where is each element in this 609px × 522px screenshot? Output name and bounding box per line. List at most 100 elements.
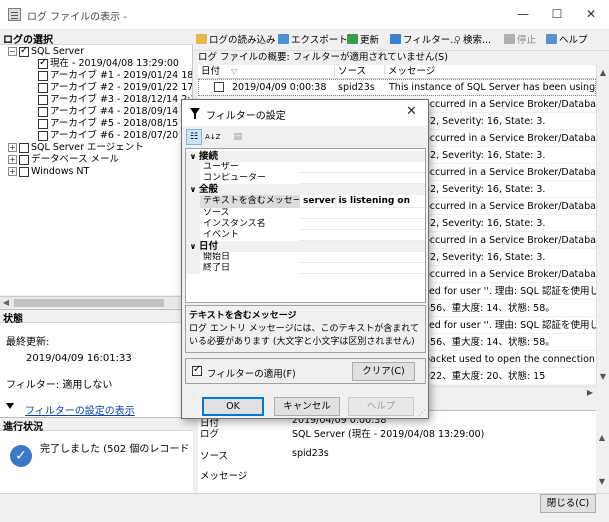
- status-header: 状態: [0, 309, 193, 325]
- clear-button[interactable]: クリア(C): [352, 362, 415, 381]
- property-end-date[interactable]: 終了日: [186, 263, 425, 274]
- stop-button[interactable]: 停止: [504, 33, 536, 49]
- property-instance[interactable]: インスタンス名: [186, 219, 425, 230]
- scroll-thumb[interactable]: [14, 299, 164, 307]
- grid-header: 日付 ▽ ソース メッセージ: [198, 65, 596, 79]
- category-date[interactable]: ∨ 日付: [186, 241, 425, 252]
- property-source[interactable]: ソース: [186, 208, 425, 219]
- ok-button[interactable]: OK: [202, 397, 264, 416]
- table-row[interactable]: 2019/04/09 0:00:38 spid23s This instance…: [198, 79, 596, 96]
- tree-node-windows[interactable]: + Windows NT: [8, 166, 89, 178]
- archive-checkbox[interactable]: [38, 118, 48, 129]
- resize-grip-icon[interactable]: ⋰: [418, 408, 428, 418]
- search-button[interactable]: ⚲ 検索...: [454, 33, 491, 49]
- detail-source-label: ソース: [200, 451, 229, 462]
- close-window-button[interactable]: ✕: [574, 0, 608, 29]
- archive-checkbox[interactable]: [38, 130, 48, 141]
- description-title: テキストを含むメッセージ: [189, 311, 297, 321]
- description-text: ログ エントリ メッセージには、このテキストが含まれている必要があります (大文…: [189, 324, 420, 347]
- minimize-button[interactable]: —: [506, 0, 540, 29]
- property-user[interactable]: ユーザー: [186, 162, 425, 173]
- cancel-button[interactable]: キャンセル: [274, 397, 340, 416]
- tree-horizontal-scrollbar[interactable]: ◀ ▶: [0, 296, 193, 308]
- chevron-down-icon[interactable]: ∨: [187, 241, 199, 252]
- tree-node-archive-5[interactable]: アーカイブ #5 - 2018/08/15 17:40:00: [38, 118, 192, 130]
- category-connection[interactable]: ∨ 接続: [186, 151, 425, 162]
- tree-node-archive-2[interactable]: アーカイブ #2 - 2019/01/22 17:55:00: [38, 82, 192, 94]
- detail-log-label: ログ: [200, 429, 220, 440]
- help-button[interactable]: ヘルプ: [546, 33, 588, 49]
- property-pages-icon[interactable]: ▤: [230, 129, 246, 145]
- apply-filter-label[interactable]: フィルターの適用(F): [207, 366, 296, 380]
- archive-checkbox[interactable]: [38, 106, 48, 117]
- sql-server-checkbox[interactable]: [19, 45, 29, 57]
- scroll-up-icon[interactable]: ▲: [596, 432, 608, 444]
- scroll-right-icon[interactable]: ▶: [584, 387, 596, 399]
- property-computer[interactable]: コンピューター: [186, 173, 425, 184]
- archive-checkbox[interactable]: [38, 82, 48, 93]
- last-updated-label: 最終更新:: [6, 337, 50, 348]
- expand-icon[interactable]: +: [8, 167, 17, 176]
- load-log-button[interactable]: ログの読み込み: [196, 33, 276, 49]
- archive-checkbox[interactable]: [38, 70, 48, 81]
- refresh-button[interactable]: 更新: [347, 33, 379, 49]
- column-header-date[interactable]: 日付 ▽: [198, 65, 335, 79]
- expand-icon[interactable]: +: [8, 143, 17, 152]
- agent-checkbox[interactable]: [19, 142, 29, 153]
- refresh-icon: [347, 34, 358, 44]
- dialog-title-bar: フィルターの設定 ✕: [182, 100, 428, 126]
- export-icon: [278, 34, 289, 44]
- export-button[interactable]: エクスポート: [278, 33, 348, 49]
- chevron-down-icon[interactable]: ∨: [187, 184, 199, 195]
- stop-icon: [504, 34, 515, 44]
- filter-status-label: フィルター: 適用しない: [6, 380, 113, 391]
- sort-desc-icon: ▽: [231, 67, 238, 76]
- property-description: テキストを含むメッセージ ログ エントリ メッセージには、このテキストが含まれて…: [185, 305, 426, 353]
- filter-link-row: フィルターの設定の表示: [0, 400, 193, 417]
- archive-checkbox[interactable]: [38, 94, 48, 105]
- scroll-down-icon[interactable]: ▼: [596, 476, 608, 488]
- column-header-source[interactable]: ソース: [335, 65, 385, 79]
- scroll-left-icon[interactable]: ◀: [0, 297, 12, 309]
- alphabetical-view-icon[interactable]: A↓Z: [204, 129, 220, 145]
- detail-message-label: メッセージ: [200, 471, 248, 482]
- tree-node-agent[interactable]: + SQL Server エージェント: [8, 142, 144, 154]
- maximize-button[interactable]: ☐: [540, 0, 574, 29]
- view-filter-settings-link[interactable]: フィルターの設定の表示: [25, 402, 135, 417]
- title-bar: ログ ファイルの表示 - — ☐ ✕: [0, 0, 609, 30]
- property-event[interactable]: イベント: [186, 230, 425, 241]
- progress-header: 進行状況: [0, 417, 193, 433]
- filter-button[interactable]: フィルター...: [390, 33, 459, 49]
- chevron-down-icon[interactable]: ∨: [187, 151, 199, 162]
- scroll-down-icon[interactable]: ▼: [597, 371, 609, 383]
- windows-checkbox[interactable]: [19, 166, 29, 177]
- scroll-up-icon[interactable]: ▲: [597, 67, 609, 79]
- detail-log-value: SQL Server (現在 - 2019/04/08 13:29:00): [292, 429, 485, 440]
- log-tree[interactable]: −SQL Server 現在 - 2019/04/08 13:29:00 アーカ…: [0, 45, 193, 295]
- property-message-contains[interactable]: テキストを含むメッセージserver is listening on: [186, 195, 425, 208]
- category-general[interactable]: ∨ 全般: [186, 184, 425, 195]
- detail-panel: 日付 2019/04/09 0:00:38 ログ SQL Server (現在 …: [198, 410, 596, 493]
- message-contains-value[interactable]: server is listening on: [299, 195, 425, 208]
- tree-node-current[interactable]: 現在 - 2019/04/08 13:29:00: [38, 57, 179, 70]
- dbmail-checkbox[interactable]: [19, 154, 29, 165]
- column-header-message[interactable]: メッセージ: [385, 65, 596, 79]
- filter-settings-dialog: フィルターの設定 ✕ ☷ A↓Z ▤ ∨ 接続 ユーザー コンピューター ∨ 全般 …: [181, 99, 429, 419]
- current-checkbox[interactable]: [38, 57, 48, 69]
- collapse-icon[interactable]: −: [8, 47, 17, 56]
- property-grid[interactable]: ∨接続 ユーザー コンピューター ∨全般 テキストを含むメッセージserver …: [185, 148, 426, 303]
- close-button[interactable]: 閉じる(C): [540, 494, 596, 513]
- tree-node-archive-6[interactable]: アーカイブ #6 - 2018/07/20 13:00:00: [38, 130, 192, 142]
- tree-node-archive-3[interactable]: アーカイブ #3 - 2018/12/14 2:28:00: [38, 94, 192, 106]
- tree-node-archive-4[interactable]: アーカイブ #4 - 2018/09/14 17:40:00: [38, 106, 192, 118]
- expand-icon[interactable]: +: [8, 155, 17, 164]
- dialog-close-button[interactable]: ✕: [406, 104, 417, 119]
- tree-node-dbmail[interactable]: + データベース メール: [8, 154, 119, 166]
- apply-filter-checkbox[interactable]: [192, 364, 202, 376]
- categorized-view-icon[interactable]: ☷: [186, 129, 202, 145]
- detail-vertical-scrollbar[interactable]: ▲ ▼: [596, 410, 609, 493]
- grid-vertical-scrollbar[interactable]: ▲ ▼: [596, 65, 609, 386]
- tree-node-archive-1[interactable]: アーカイブ #1 - 2019/01/24 18:36:00: [38, 70, 192, 82]
- filter-icon: [6, 403, 14, 409]
- property-start-date[interactable]: 開始日: [186, 252, 425, 263]
